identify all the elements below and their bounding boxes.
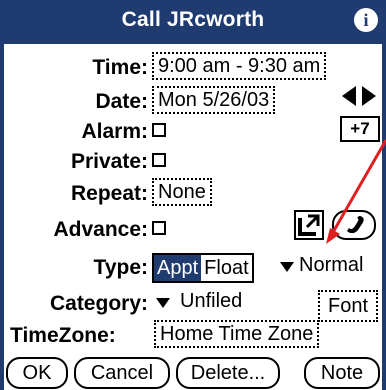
annotation-arrow (326, 139, 386, 244)
